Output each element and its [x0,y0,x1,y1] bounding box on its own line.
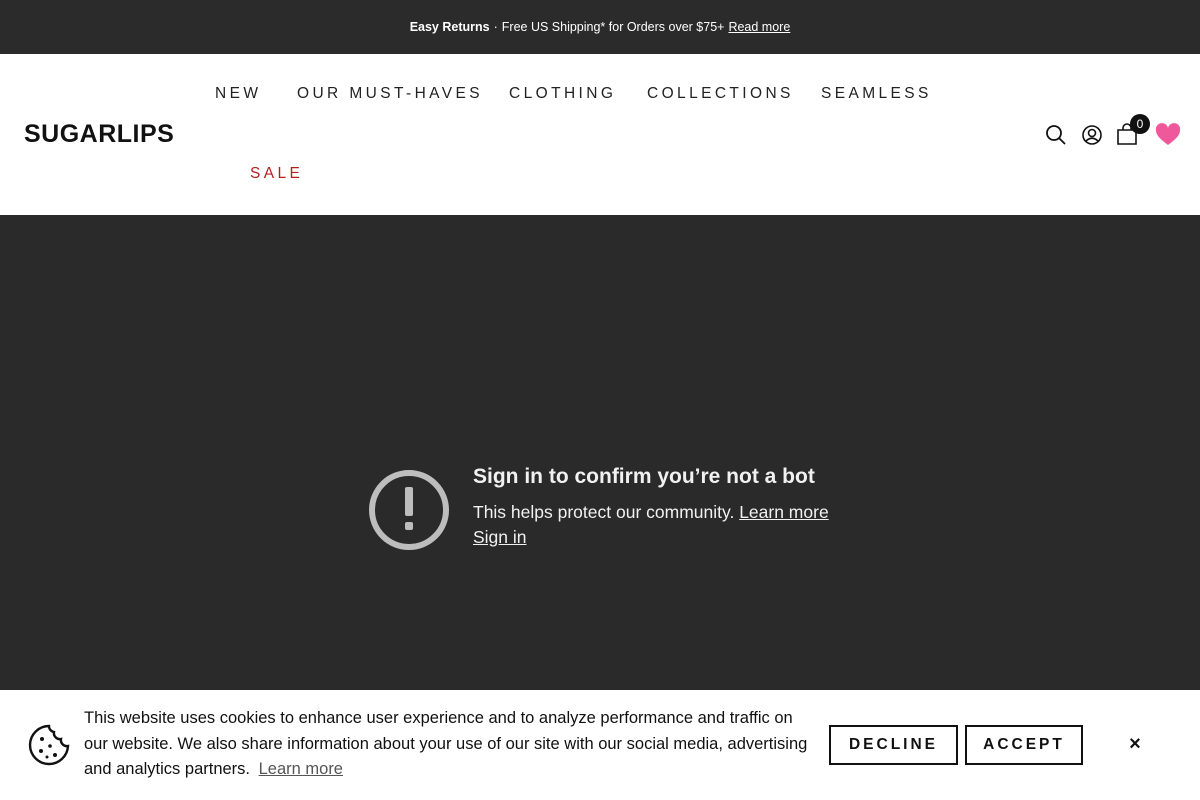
alert-exclamation-icon [368,469,450,551]
announcement-text: Free US Shipping* for Orders over $75+ [501,20,725,34]
alert-title: Sign in to confirm you’re not a bot [473,465,815,488]
cookie-message: This website uses cookies to enhance use… [84,706,814,783]
nav-item-collections[interactable]: COLLECTIONS [647,85,794,103]
announcement-separator: · [493,20,498,34]
main-nav: NEW OUR MUST-HAVES CLOTHING COLLECTIONS … [0,54,1200,215]
search-icon[interactable] [1044,123,1068,147]
alert-body-text: This helps protect our community. [473,502,735,522]
cookie-learn-more-link[interactable]: Learn more [259,760,343,778]
announcement-read-more-link[interactable]: Read more [728,20,790,34]
announcement-bar: Easy Returns · Free US Shipping* for Ord… [0,0,1200,54]
nav-item-seamless[interactable]: SEAMLESS [821,85,932,103]
announcement-bold: Easy Returns [409,20,490,34]
nav-item-new[interactable]: NEW [215,85,261,103]
account-icon[interactable] [1080,123,1104,147]
accept-button[interactable]: ACCEPT [965,725,1083,765]
video-embed-area: Sign in to confirm you’re not a bot This… [0,215,1200,690]
cookie-banner: This website uses cookies to enhance use… [0,690,1200,800]
cart-count-badge: 0 [1130,114,1150,134]
sign-in-link[interactable]: Sign in [473,527,527,548]
alert-body: This helps protect our community. Learn … [473,502,829,523]
nav-item-clothing[interactable]: CLOTHING [509,85,616,103]
cookie-icon [28,724,70,766]
nav-item-sale[interactable]: SALE [250,165,303,183]
decline-button[interactable]: DECLINE [829,725,958,765]
cookie-text: This website uses cookies to enhance use… [84,709,808,778]
bot-check-message: Sign in to confirm you’re not a bot This… [368,465,888,555]
header-icons: 0 [1044,114,1189,150]
alert-learn-more-link[interactable]: Learn more [739,502,829,522]
close-icon[interactable]: × [1126,734,1144,754]
site-header: SUGARLIPS NEW OUR MUST-HAVES CLOTHING CO… [0,54,1200,215]
nav-item-must-haves[interactable]: OUR MUST-HAVES [297,85,483,103]
wishlist-heart-icon[interactable] [1155,123,1181,147]
